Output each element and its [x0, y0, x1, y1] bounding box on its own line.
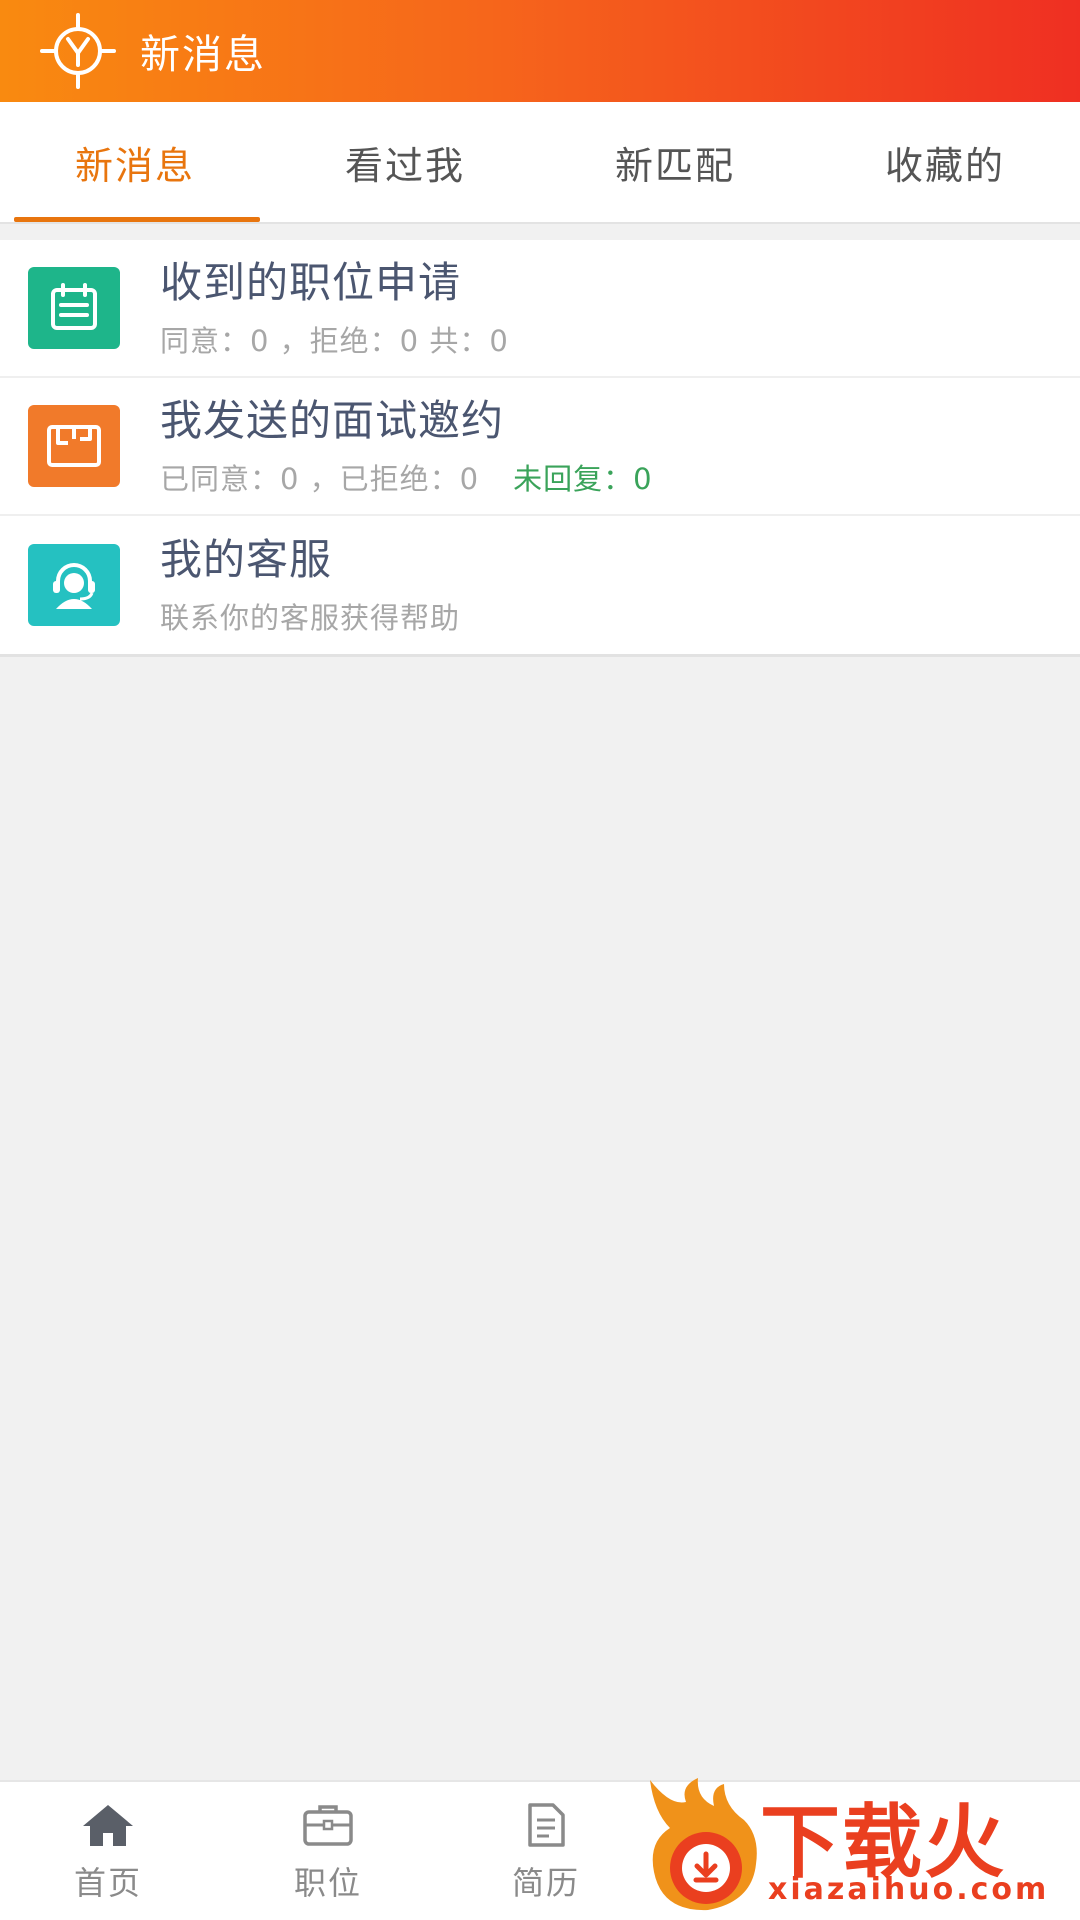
nav-jobs[interactable]: 职位	[268, 1802, 388, 1904]
app-header: 新消息	[0, 0, 1080, 102]
customer-service-icon	[28, 544, 120, 626]
nav-label: 简历	[511, 1864, 580, 1902]
item-subtitle: 已同意：0 ，已拒绝：0 未回复：0	[160, 456, 653, 498]
list-item-customer-service[interactable]: 我的客服 联系你的客服获得帮助	[0, 516, 1080, 654]
page-title: 新消息	[140, 32, 266, 78]
list-item-interview-invites[interactable]: 我发送的面试邀约 已同意：0 ，已拒绝：0 未回复：0	[0, 378, 1080, 516]
document-icon	[528, 1803, 565, 1847]
message-list: 收到的职位申请 同意：0 ，拒绝：0 共：0 我发送的面试邀约 已同意：0 ，已…	[0, 240, 1080, 657]
store-icon	[28, 405, 120, 487]
target-y-logo-icon	[40, 13, 116, 89]
home-icon	[83, 1805, 133, 1846]
flame-download-icon	[650, 1778, 757, 1911]
item-subtitle-counts: 已同意：0 ，已拒绝：0	[160, 462, 480, 496]
watermark-url: xiazaihuo.com	[768, 1872, 1050, 1907]
list-item-job-applications[interactable]: 收到的职位申请 同意：0 ，拒绝：0 共：0	[0, 240, 1080, 378]
nav-label: 职位	[293, 1864, 362, 1902]
tab-favorites[interactable]: 收藏的	[810, 102, 1080, 222]
nav-resume[interactable]: 简历	[486, 1802, 606, 1904]
nav-home[interactable]: 首页	[48, 1802, 168, 1904]
tab-viewed-me[interactable]: 看过我	[270, 102, 540, 222]
item-subtitle: 同意：0 ，拒绝：0 共：0	[160, 324, 509, 358]
watermark: 下载火 xiazaihuo.com	[640, 1776, 1080, 1920]
item-title: 收到的职位申请	[160, 258, 462, 307]
item-title: 我的客服	[160, 535, 333, 584]
tab-new-matches[interactable]: 新匹配	[540, 102, 810, 222]
nav-label: 首页	[73, 1864, 142, 1902]
calendar-icon	[28, 267, 120, 349]
pending-count: 未回复：0	[513, 462, 653, 496]
tab-bar: 新消息 看过我 新匹配 收藏的	[0, 102, 1080, 224]
item-title: 我发送的面试邀约	[160, 396, 505, 445]
item-subtitle: 联系你的客服获得帮助	[160, 601, 461, 635]
tab-new-messages[interactable]: 新消息	[0, 102, 270, 222]
app-root: 新消息 新消息 看过我 新匹配 收藏的 收到的职位申请 同意：0 ，拒绝：0 共…	[0, 0, 1080, 1920]
briefcase-icon	[303, 1805, 353, 1846]
